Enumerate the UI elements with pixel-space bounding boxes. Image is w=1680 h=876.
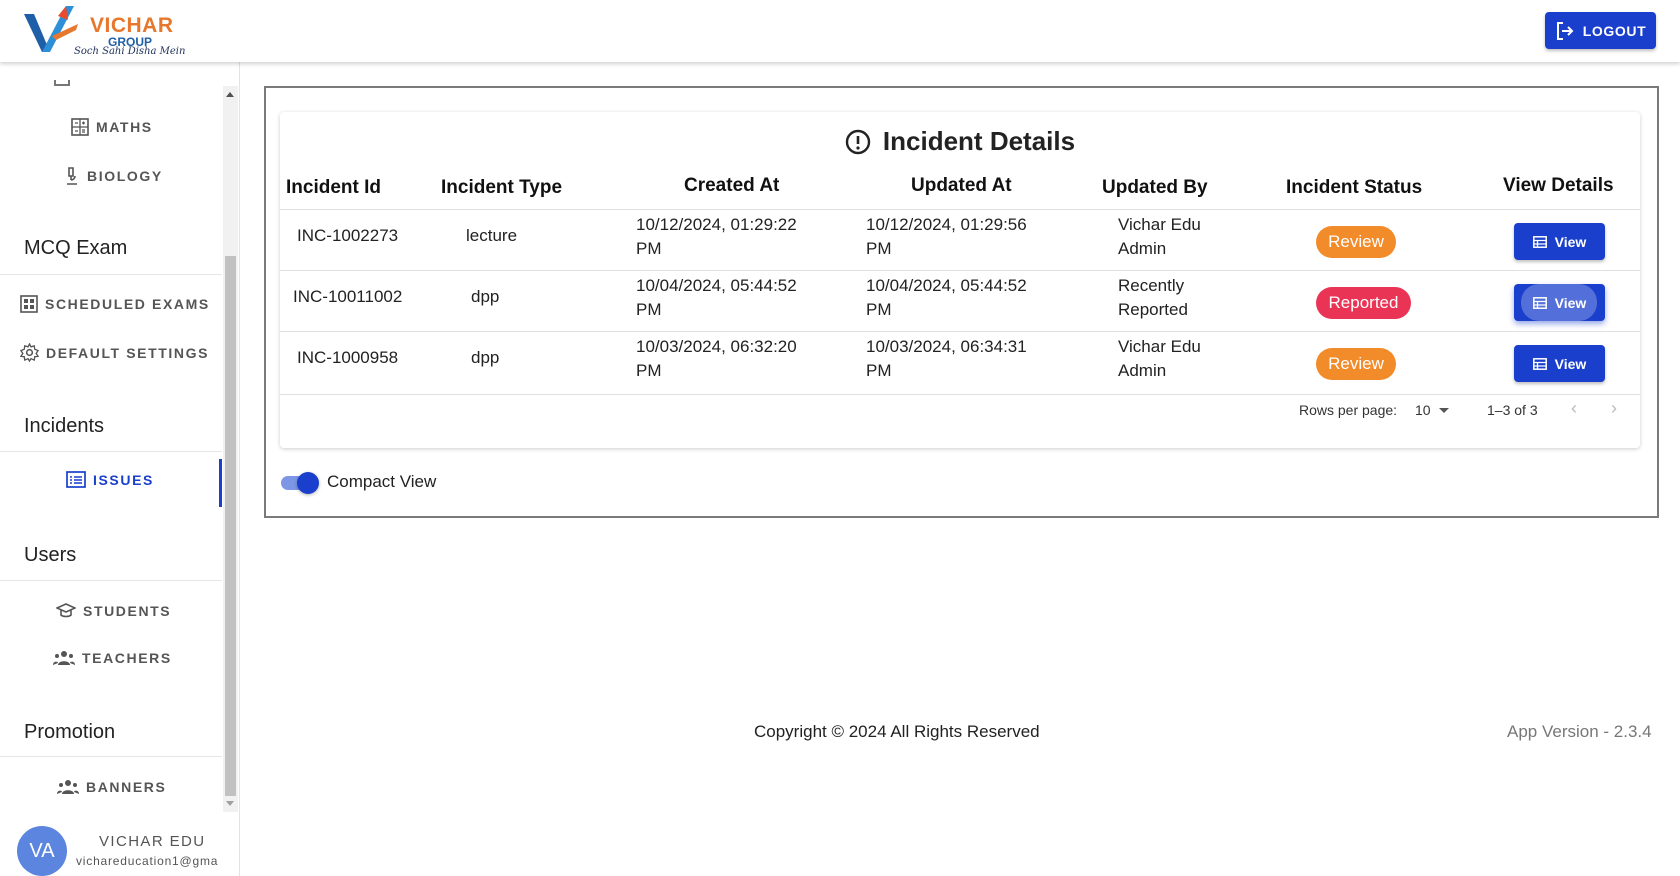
created-at-cell: 10/03/2024, 06:32:20 PM: [636, 337, 797, 380]
incident-table-card: Incident Details Incident Id Incident Ty…: [280, 112, 1640, 448]
sidebar-item-label: ISSUES: [93, 471, 154, 488]
pagination-range: 1–3 of 3: [1487, 402, 1538, 418]
header-divider: [280, 209, 1640, 210]
incident-type-cell: dpp: [471, 348, 500, 367]
rows-per-page-select[interactable]: 10: [1415, 402, 1449, 418]
section-title-promotion: Promotion: [24, 721, 116, 743]
status-badge: Reported: [1316, 287, 1411, 319]
updated-by-cell: Vichar Edu Admin: [1118, 215, 1201, 258]
table-icon: [1532, 357, 1547, 370]
sidebar-item-label: BANNERS: [86, 779, 167, 795]
incident-id-cell: INC-1000958: [297, 348, 399, 367]
incident-type-cell: lecture: [466, 226, 518, 245]
divider: [0, 451, 222, 452]
column-header-incident-id[interactable]: Incident Id: [286, 177, 381, 199]
created-at-cell: 10/12/2024, 01:29:22 PM: [636, 215, 797, 258]
microscope-icon: [67, 167, 77, 185]
section-title-users: Users: [24, 544, 77, 566]
updated-by-cell: Vichar Edu Admin: [1118, 337, 1201, 380]
next-page-icon[interactable]: ›: [1611, 398, 1617, 419]
column-header-view-details[interactable]: View Details: [1503, 175, 1614, 197]
sidebar-item-students[interactable]: STUDENTS: [56, 602, 171, 619]
section-title-incidents: Incidents: [24, 415, 105, 437]
scroll-thumb[interactable]: [225, 256, 236, 796]
vichar-logo[interactable]: VICHAR GROUP Soch Sahi Disha Mein: [22, 2, 202, 60]
alert-circle-icon: [845, 129, 871, 154]
updated-at-cell: 10/03/2024, 06:34:31 PM: [866, 337, 1027, 380]
footer-version: App Version - 2.3.4: [1507, 722, 1652, 741]
table-icon: [1532, 235, 1547, 248]
column-header-created-at[interactable]: Created At: [684, 175, 779, 197]
divider: [0, 580, 222, 581]
sidebar-item-label: SCHEDULED EXAMS: [45, 296, 210, 312]
created-at-cell: 10/04/2024, 05:44:52 PM: [636, 276, 797, 319]
sidebar-item-banners[interactable]: BANNERS: [57, 779, 166, 795]
sidebar-scrollbar[interactable]: [223, 86, 238, 812]
avatar[interactable]: VA: [17, 826, 67, 876]
footer-copyright: Copyright © 2024 All Rights Reserved: [754, 722, 1040, 741]
sidebar-item-issues[interactable]: ISSUES: [66, 471, 154, 488]
prev-page-icon[interactable]: ‹: [1571, 398, 1577, 419]
user-profile[interactable]: VA VICHAR EDU vichareducation1@gma: [0, 818, 240, 876]
updated-at-cell: 10/04/2024, 05:44:52 PM: [866, 276, 1027, 319]
sidebar-item-maths[interactable]: MATHS: [71, 118, 153, 136]
logo-name: VICHAR: [90, 14, 174, 37]
group-icon: [57, 780, 79, 794]
sidebar-item-teachers[interactable]: TEACHERS: [53, 650, 172, 666]
list-icon: [66, 471, 86, 488]
column-header-updated-by[interactable]: Updated By: [1102, 177, 1208, 199]
gear-icon: [20, 343, 39, 362]
updated-by-cell: Recently Reported: [1118, 276, 1188, 319]
sidebar: MATHS BIOLOGY MCQ Exam SCHEDULED EXAMS D…: [0, 62, 240, 876]
rows-per-page-label: Rows per page:: [1299, 402, 1398, 418]
logo-tagline: Soch Sahi Disha Mein: [74, 46, 186, 57]
incident-type-cell: dpp: [471, 287, 500, 306]
compact-view-label: Compact View: [327, 472, 437, 491]
logout-label: LOGOUT: [1582, 22, 1647, 39]
column-header-incident-type[interactable]: Incident Type: [441, 177, 562, 199]
active-indicator: [219, 459, 222, 507]
compact-view-toggle[interactable]: [281, 472, 319, 494]
sidebar-item-label: MATHS: [96, 119, 153, 135]
logout-icon: [1556, 21, 1574, 40]
sidebar-partial-icon: [54, 80, 70, 86]
status-badge: Review: [1316, 348, 1396, 380]
chevron-down-icon: [1438, 407, 1449, 413]
column-header-updated-at[interactable]: Updated At: [911, 175, 1012, 197]
view-button[interactable]: View: [1514, 284, 1605, 321]
incident-id-cell: INC-1002273: [297, 226, 399, 245]
section-title-mcq-exam: MCQ Exam: [24, 237, 128, 259]
grid-icon: [20, 295, 38, 313]
user-name: VICHAR EDU: [99, 833, 206, 850]
logout-button[interactable]: LOGOUT: [1545, 12, 1656, 49]
row-divider: [280, 394, 1640, 395]
view-button[interactable]: View: [1514, 223, 1605, 260]
page-title: Incident Details: [280, 126, 1640, 157]
status-badge: Review: [1316, 226, 1396, 258]
view-button[interactable]: View: [1514, 345, 1605, 382]
graduation-cap-icon: [56, 603, 76, 618]
user-email: vichareducation1@gma: [76, 854, 219, 868]
row-divider: [280, 270, 1640, 271]
scroll-down-arrow[interactable]: [226, 801, 234, 806]
group-icon: [53, 651, 75, 665]
sidebar-item-label: DEFAULT SETTINGS: [46, 344, 210, 361]
divider: [0, 756, 222, 757]
page-title-text: Incident Details: [882, 126, 1076, 156]
sidebar-item-label: TEACHERS: [82, 650, 172, 666]
sidebar-item-label: STUDENTS: [83, 602, 172, 619]
sidebar-item-default-settings[interactable]: DEFAULT SETTINGS: [20, 343, 209, 362]
table-icon: [1532, 296, 1547, 309]
sidebar-item-biology[interactable]: BIOLOGY: [62, 166, 163, 186]
row-divider: [280, 331, 1640, 332]
sidebar-item-scheduled-exams[interactable]: SCHEDULED EXAMS: [20, 295, 210, 313]
sidebar-item-label: BIOLOGY: [87, 168, 163, 184]
divider: [0, 274, 222, 275]
app-header: VICHAR GROUP Soch Sahi Disha Mein LOGOUT: [0, 0, 1680, 62]
updated-at-cell: 10/12/2024, 01:29:56 PM: [866, 215, 1027, 258]
scroll-up-arrow[interactable]: [226, 92, 234, 97]
incident-id-cell: INC-10011002: [293, 287, 403, 306]
column-header-incident-status[interactable]: Incident Status: [1286, 177, 1422, 199]
calculator-icon: [71, 118, 89, 136]
